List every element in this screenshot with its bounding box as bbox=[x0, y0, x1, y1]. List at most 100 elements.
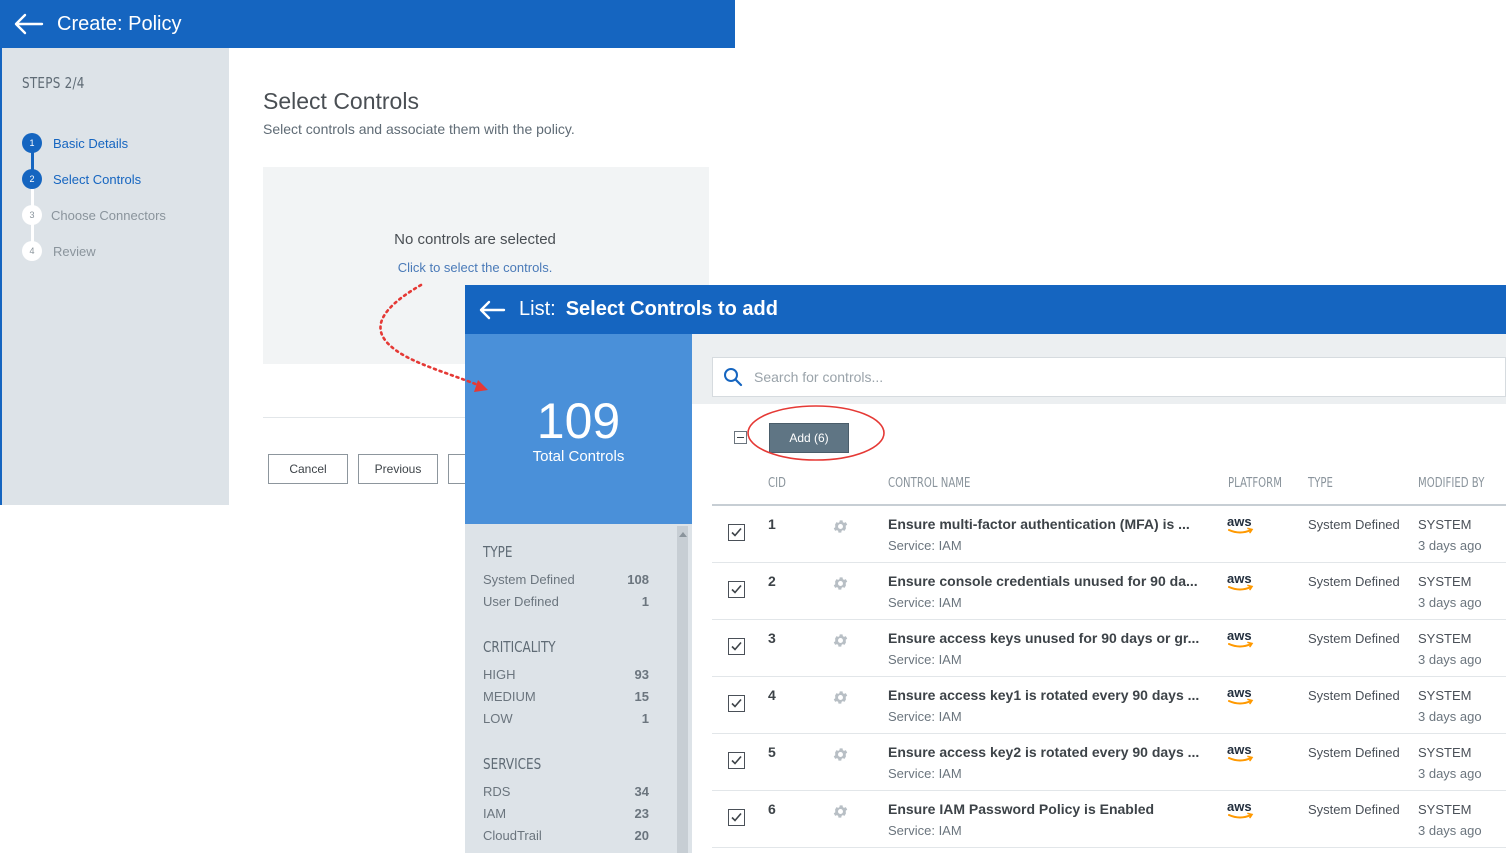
add-button[interactable]: Add (6) bbox=[769, 423, 849, 453]
step-label: Basic Details bbox=[53, 135, 129, 151]
gear-icon[interactable] bbox=[832, 632, 849, 649]
aws-logo-icon: aws bbox=[1227, 685, 1254, 705]
filter-item[interactable]: LOW 1 bbox=[483, 711, 649, 726]
filter-item[interactable]: IAM 23 bbox=[483, 806, 649, 821]
filter-heading-criticality: CRITICALITY bbox=[483, 638, 556, 656]
svg-text:aws: aws bbox=[1227, 628, 1252, 643]
step-number: 2 bbox=[22, 169, 42, 189]
column-header-control-name[interactable]: CONTROL NAME bbox=[888, 476, 970, 491]
filter-item[interactable]: MEDIUM 15 bbox=[483, 689, 649, 704]
modified-by: SYSTEM bbox=[1418, 802, 1472, 817]
gear-icon[interactable] bbox=[832, 575, 849, 592]
gear-icon[interactable] bbox=[832, 803, 849, 820]
row-checkbox[interactable] bbox=[728, 581, 745, 598]
filter-item[interactable]: User Defined 1 bbox=[483, 594, 649, 609]
filter-item-count: 1 bbox=[641, 594, 649, 609]
wizard-title: Create: Policy bbox=[57, 12, 182, 35]
svg-text:aws: aws bbox=[1227, 514, 1252, 529]
back-arrow-icon[interactable] bbox=[14, 13, 44, 35]
search-bar bbox=[692, 334, 1506, 404]
table-row[interactable]: 6 Ensure IAM Password Policy is Enabled Se… bbox=[712, 791, 1506, 848]
control-id: 4 bbox=[768, 687, 776, 703]
control-name[interactable]: Ensure access keys unused for 90 days or… bbox=[888, 630, 1199, 646]
step-choose-connectors[interactable]: 3 Choose Connectors bbox=[22, 205, 166, 225]
search-box[interactable] bbox=[712, 357, 1506, 397]
step-label: Review bbox=[53, 243, 96, 259]
checkbox-checked-icon bbox=[731, 584, 742, 594]
column-header-type[interactable]: TYPE bbox=[1308, 476, 1333, 491]
modified-by: SYSTEM bbox=[1418, 688, 1472, 703]
control-name[interactable]: Ensure access key1 is rotated every 90 d… bbox=[888, 687, 1199, 703]
column-header-modified-by[interactable]: MODIFIED BY bbox=[1418, 476, 1484, 491]
row-checkbox[interactable] bbox=[728, 638, 745, 655]
aws-logo-icon: aws bbox=[1227, 628, 1254, 648]
control-service: Service: IAM bbox=[888, 766, 962, 781]
gear-icon[interactable] bbox=[832, 518, 849, 535]
filter-item[interactable]: System Defined 108 bbox=[483, 572, 649, 587]
previous-button[interactable]: Previous bbox=[358, 454, 438, 484]
control-type: System Defined bbox=[1308, 688, 1400, 703]
steps-sidebar: STEPS 2/4 1 Basic Details 2 Select Contr… bbox=[0, 48, 229, 505]
control-type: System Defined bbox=[1308, 802, 1400, 817]
row-checkbox[interactable] bbox=[728, 524, 745, 541]
scroll-up-icon[interactable] bbox=[679, 532, 687, 537]
table-row[interactable]: 4 Ensure access key1 is rotated every 90 … bbox=[712, 677, 1506, 734]
filter-item-label: User Defined bbox=[483, 594, 559, 609]
wizard-header: Create: Policy bbox=[0, 0, 735, 48]
table-row[interactable]: 2 Ensure console credentials unused for 9… bbox=[712, 563, 1506, 620]
filter-item-label: RDS bbox=[483, 784, 511, 799]
cancel-button[interactable]: Cancel bbox=[268, 454, 348, 484]
filter-item-count: 23 bbox=[634, 806, 649, 821]
step-review[interactable]: 4 Review bbox=[22, 241, 96, 261]
modified-time: 3 days ago bbox=[1418, 652, 1482, 667]
total-controls-label: Total Controls bbox=[532, 448, 625, 465]
control-name[interactable]: Ensure access key2 is rotated every 90 d… bbox=[888, 744, 1199, 760]
section-subtitle: Select controls and associate them with … bbox=[263, 121, 575, 137]
select-controls-link[interactable]: Click to select the controls. bbox=[263, 260, 687, 275]
column-header-platform[interactable]: PLATFORM bbox=[1228, 476, 1282, 491]
column-header-cid[interactable]: CID bbox=[768, 476, 786, 491]
control-id: 3 bbox=[768, 630, 776, 646]
control-name[interactable]: Ensure multi-factor authentication (MFA)… bbox=[888, 516, 1190, 532]
collapse-all-checkbox[interactable] bbox=[734, 431, 747, 444]
select-controls-dialog: List: Select Controls to add 109 Total C… bbox=[465, 285, 1506, 853]
total-controls-count: 109 bbox=[536, 393, 621, 449]
step-label: Select Controls bbox=[53, 171, 142, 187]
dialog-header: List: Select Controls to add bbox=[465, 285, 1506, 334]
row-checkbox[interactable] bbox=[728, 752, 745, 769]
gear-icon[interactable] bbox=[832, 746, 849, 763]
table-row[interactable]: 5 Ensure access key2 is rotated every 90 … bbox=[712, 734, 1506, 791]
row-checkbox[interactable] bbox=[728, 809, 745, 826]
control-service: Service: IAM bbox=[888, 652, 962, 667]
aws-logo-icon: aws bbox=[1227, 742, 1254, 762]
step-select-controls[interactable]: 2 Select Controls bbox=[22, 169, 141, 189]
svg-text:aws: aws bbox=[1227, 685, 1252, 700]
control-type: System Defined bbox=[1308, 745, 1400, 760]
control-name[interactable]: Ensure IAM Password Policy is Enabled bbox=[888, 801, 1154, 817]
modified-time: 3 days ago bbox=[1418, 766, 1482, 781]
filter-item[interactable]: RDS 34 bbox=[483, 784, 649, 799]
control-name[interactable]: Ensure console credentials unused for 90… bbox=[888, 573, 1198, 589]
back-arrow-icon[interactable] bbox=[478, 299, 506, 321]
filter-scrollbar[interactable] bbox=[677, 526, 688, 853]
checkbox-checked-icon bbox=[731, 527, 742, 537]
filter-item-label: IAM bbox=[483, 806, 507, 821]
modified-by: SYSTEM bbox=[1418, 745, 1472, 760]
filter-item[interactable]: HIGH 93 bbox=[483, 667, 649, 682]
filter-item[interactable]: CloudTrail 20 bbox=[483, 828, 649, 843]
step-basic-details[interactable]: 1 Basic Details bbox=[22, 133, 128, 153]
svg-text:aws: aws bbox=[1227, 799, 1252, 814]
section-title: Select Controls bbox=[263, 88, 419, 114]
search-input[interactable] bbox=[754, 369, 1454, 385]
empty-state-title: No controls are selected bbox=[394, 231, 556, 248]
modified-time: 3 days ago bbox=[1418, 538, 1482, 553]
filter-panel: TYPE System Defined 108 User Defined 1 C… bbox=[465, 524, 692, 853]
row-checkbox[interactable] bbox=[728, 695, 745, 712]
filter-item-count: 20 bbox=[634, 828, 649, 843]
table-row[interactable]: 3 Ensure access keys unused for 90 days o… bbox=[712, 620, 1506, 677]
filter-item-label: MEDIUM bbox=[483, 689, 536, 704]
table-row[interactable]: 1 Ensure multi-factor authentication (MFA… bbox=[712, 506, 1506, 563]
filter-item-count: 93 bbox=[634, 667, 649, 682]
gear-icon[interactable] bbox=[832, 689, 849, 706]
checkbox-checked-icon bbox=[731, 698, 742, 708]
